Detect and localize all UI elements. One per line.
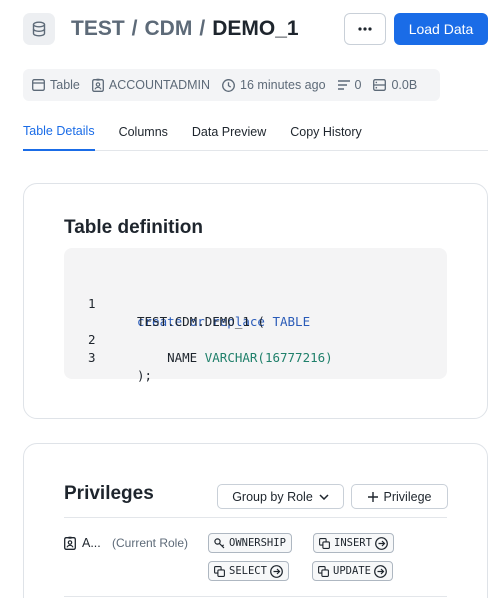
arrow-circle-icon xyxy=(374,564,387,578)
meta-owner-label: ACCOUNTADMIN xyxy=(108,78,211,92)
meta-type: Table xyxy=(32,78,80,92)
breadcrumb-separator: / xyxy=(131,17,138,40)
privilege-label: OWNERSHIP xyxy=(229,537,286,549)
privilege-copy-icon xyxy=(319,537,330,549)
key-icon xyxy=(214,537,225,548)
arrow-circle-icon xyxy=(375,536,388,550)
meta-type-label: Table xyxy=(50,78,80,92)
tab-columns[interactable]: Columns xyxy=(119,113,168,150)
role-badge-icon xyxy=(64,536,76,550)
tab-copy-history[interactable]: Copy History xyxy=(290,113,362,150)
database-icon xyxy=(23,13,55,45)
more-icon xyxy=(358,27,372,31)
meta-modified-label: 16 minutes ago xyxy=(240,78,326,92)
tab-bar: Table Details Columns Data Preview Copy … xyxy=(23,113,488,151)
role-name[interactable]: A... xyxy=(82,536,101,550)
privilege-chip-update[interactable]: UPDATE xyxy=(312,561,393,581)
breadcrumb-separator: / xyxy=(199,17,206,40)
meta-size: 0.0B xyxy=(373,78,417,92)
add-privilege-label: Privilege xyxy=(383,489,432,504)
code-line: 3 ); xyxy=(64,331,152,383)
privileges-title: Privileges xyxy=(64,483,154,504)
code-line: 2 NAME VARCHAR(16777216) xyxy=(64,313,333,365)
more-options-button[interactable] xyxy=(344,13,386,45)
privilege-chip-insert[interactable]: INSERT xyxy=(313,533,394,553)
breadcrumb-database[interactable]: TEST xyxy=(71,17,125,41)
meta-rows: 0 xyxy=(337,78,362,92)
page-title: DEMO_1 xyxy=(212,17,299,40)
clock-icon xyxy=(222,78,235,92)
table-icon xyxy=(32,79,45,91)
divider xyxy=(64,517,447,518)
group-by-role-dropdown[interactable]: Group by Role xyxy=(217,484,344,509)
code-text: TEST.CDM.DEMO_1 ( xyxy=(137,314,265,329)
code-text: NAME xyxy=(167,350,198,365)
meta-size-label: 0.0B xyxy=(391,78,418,92)
code-text: ); xyxy=(137,368,153,383)
group-by-label: Group by Role xyxy=(232,489,313,504)
table-definition-title: Table definition xyxy=(64,217,203,238)
divider xyxy=(64,596,447,597)
privilege-chip-select[interactable]: SELECT xyxy=(208,561,289,581)
table-definition-card: Table definition 1 create or replace TAB… xyxy=(23,183,488,419)
meta-modified: 16 minutes ago xyxy=(222,78,326,92)
rows-icon xyxy=(337,80,350,90)
tab-data-preview[interactable]: Data Preview xyxy=(192,113,266,150)
load-data-button[interactable]: Load Data xyxy=(394,13,488,45)
privilege-label: UPDATE xyxy=(333,565,371,577)
storage-icon xyxy=(373,79,387,91)
code-line: 1 create or replace TABLE xyxy=(64,277,310,329)
tab-table-details[interactable]: Table Details xyxy=(23,113,95,151)
privilege-copy-icon xyxy=(318,565,329,577)
chevron-down-icon xyxy=(319,493,329,500)
privilege-label: INSERT xyxy=(334,537,372,549)
add-privilege-button[interactable]: Privilege xyxy=(351,484,448,509)
plus-icon xyxy=(367,491,378,502)
privileges-card: Privileges Group by Role Privilege A... … xyxy=(23,443,488,598)
privilege-chip-ownership[interactable]: OWNERSHIP xyxy=(208,533,292,553)
meta-owner: ACCOUNTADMIN xyxy=(91,78,211,92)
current-role-note: (Current Role) xyxy=(112,536,189,550)
breadcrumb-schema[interactable]: CDM xyxy=(145,17,193,41)
meta-rows-label: 0 xyxy=(354,78,362,92)
role-row: A... xyxy=(64,534,101,552)
code-line: TEST.CDM.DEMO_1 ( xyxy=(64,295,265,329)
badge-icon xyxy=(91,78,104,92)
privilege-label: SELECT xyxy=(229,565,267,577)
arrow-circle-icon xyxy=(270,564,283,578)
code-block[interactable]: 1 create or replace TABLE TEST.CDM.DEMO_… xyxy=(64,248,447,383)
code-keyword: TABLE xyxy=(272,314,311,329)
line-number: 3 xyxy=(88,350,96,365)
table-meta-bar: Table ACCOUNTADMIN 16 minutes ago 0 0.0B xyxy=(23,69,440,101)
code-type: VARCHAR(16777216) xyxy=(204,350,333,365)
breadcrumb: TEST / CDM / DEMO_1 xyxy=(71,14,299,44)
privilege-copy-icon xyxy=(214,565,225,577)
